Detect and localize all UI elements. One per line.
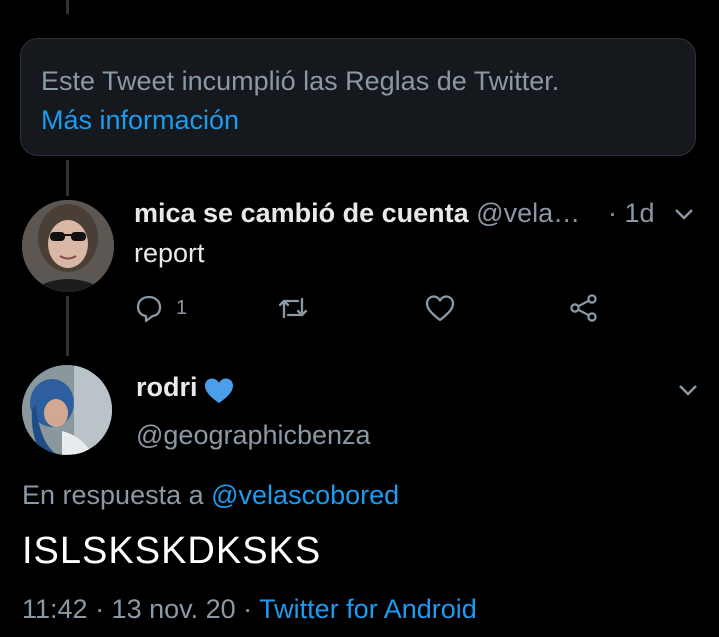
avatar[interactable] [22,365,112,455]
reply-button[interactable]: 1 [134,292,187,324]
like-icon [425,295,455,322]
chevron-down-icon[interactable] [674,207,694,221]
reply-icon [136,295,162,323]
reply-context: En respuesta a @velascobored [22,480,399,511]
notice-text: Este Tweet incumplió las Reglas de Twitt… [41,66,560,96]
share-icon [570,294,597,322]
tweet-timestamp[interactable]: 11:42 · 13 nov. 20 · [22,594,259,624]
tweet-source[interactable]: Twitter for Android [259,594,477,624]
tweet-author[interactable]: mica se cambió de cuenta @vela… [134,198,580,229]
avatar[interactable] [22,200,114,292]
reply-to-handle[interactable]: @velascobored [211,480,399,510]
tweet-author[interactable]: rodri [136,372,198,403]
thread-line-bottom [66,296,69,356]
reply-prefix: En respuesta a [22,480,212,510]
chevron-down-icon[interactable] [678,383,698,397]
thread-line-mid [66,160,69,196]
learn-more-link[interactable]: Más información [41,101,675,139]
tweet-footer: 11:42 · 13 nov. 20 · Twitter for Android [22,594,477,625]
display-name[interactable]: mica se cambió de cuenta [134,198,469,228]
display-name[interactable]: rodri [136,372,198,402]
retweet-button[interactable] [276,292,310,324]
handle[interactable]: @vela… [476,198,580,228]
tweet-unavailable-notice: Este Tweet incumplió las Reglas de Twitt… [20,38,696,156]
tweet-text: report [134,238,205,268]
blue-heart-icon [205,378,233,403]
retweet-icon [278,297,308,319]
share-button[interactable] [568,292,600,324]
tweet-time: · 1d [608,198,655,228]
reply-count: 1 [176,296,188,319]
tweet-text: ISLSKSKDKSKS [22,530,322,572]
thread-line-top [66,0,69,14]
like-button[interactable] [424,292,456,324]
handle[interactable]: @geographicbenza [136,420,371,451]
